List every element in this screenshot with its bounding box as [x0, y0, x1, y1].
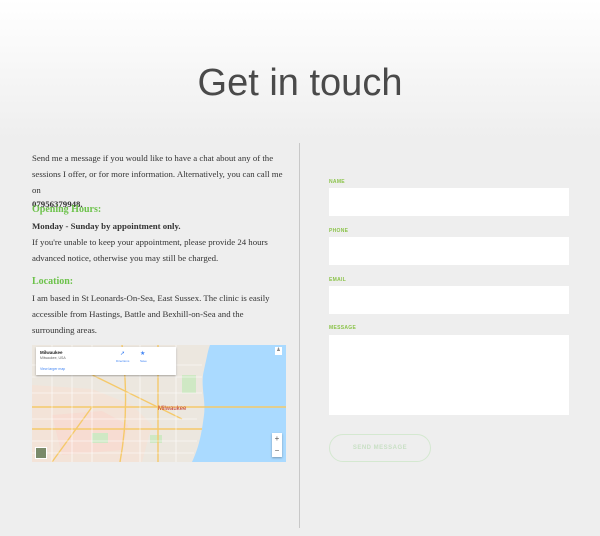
star-icon[interactable]: ★: [140, 351, 145, 357]
map-place-subtitle: Milwaukee, USA: [40, 356, 66, 360]
column-divider: [299, 143, 300, 528]
phone-input[interactable]: [329, 237, 569, 265]
page-title: Get in touch: [197, 62, 403, 104]
map-zoom-control: + −: [272, 433, 282, 457]
name-label: NAME: [329, 179, 345, 185]
opening-days: Monday - Sunday by appointment only.: [32, 221, 181, 231]
satellite-toggle-button[interactable]: [35, 447, 47, 459]
intro-text: Send me a message if you would like to h…: [32, 153, 283, 195]
send-message-button[interactable]: SEND MESSAGE: [329, 434, 431, 462]
map-place-card: Milwaukee Milwaukee, USA View larger map…: [36, 347, 176, 375]
map-place-name: Milwaukee: [40, 350, 63, 355]
location-text: I am based in St Leonards-On-Sea, East S…: [32, 293, 270, 335]
location-heading: Location:: [32, 276, 74, 287]
message-label: MESSAGE: [329, 325, 357, 331]
map-city-label: Milwaukee: [158, 406, 187, 412]
email-label: EMAIL: [329, 277, 347, 283]
phone-label: PHONE: [329, 228, 349, 234]
opening-hours-heading: Opening Hours:: [32, 204, 102, 215]
contact-info: Send me a message if you would like to h…: [32, 150, 287, 335]
save-label[interactable]: Save: [140, 359, 147, 363]
message-textarea[interactable]: [329, 335, 569, 415]
email-input[interactable]: [329, 286, 569, 314]
cancellation-note: If you're unable to keep your appointmen…: [32, 237, 268, 263]
zoom-out-button[interactable]: −: [272, 445, 282, 457]
directions-icon[interactable]: ➚: [120, 351, 126, 357]
name-input[interactable]: [329, 188, 569, 216]
zoom-in-button[interactable]: +: [272, 433, 282, 445]
directions-label[interactable]: Directions: [116, 359, 129, 363]
embedded-map[interactable]: Milwaukee Milwaukee, USA View larger map…: [32, 345, 286, 462]
street-view-pegman-icon[interactable]: ♟: [275, 347, 282, 355]
view-larger-map-link[interactable]: View larger map: [40, 367, 65, 371]
